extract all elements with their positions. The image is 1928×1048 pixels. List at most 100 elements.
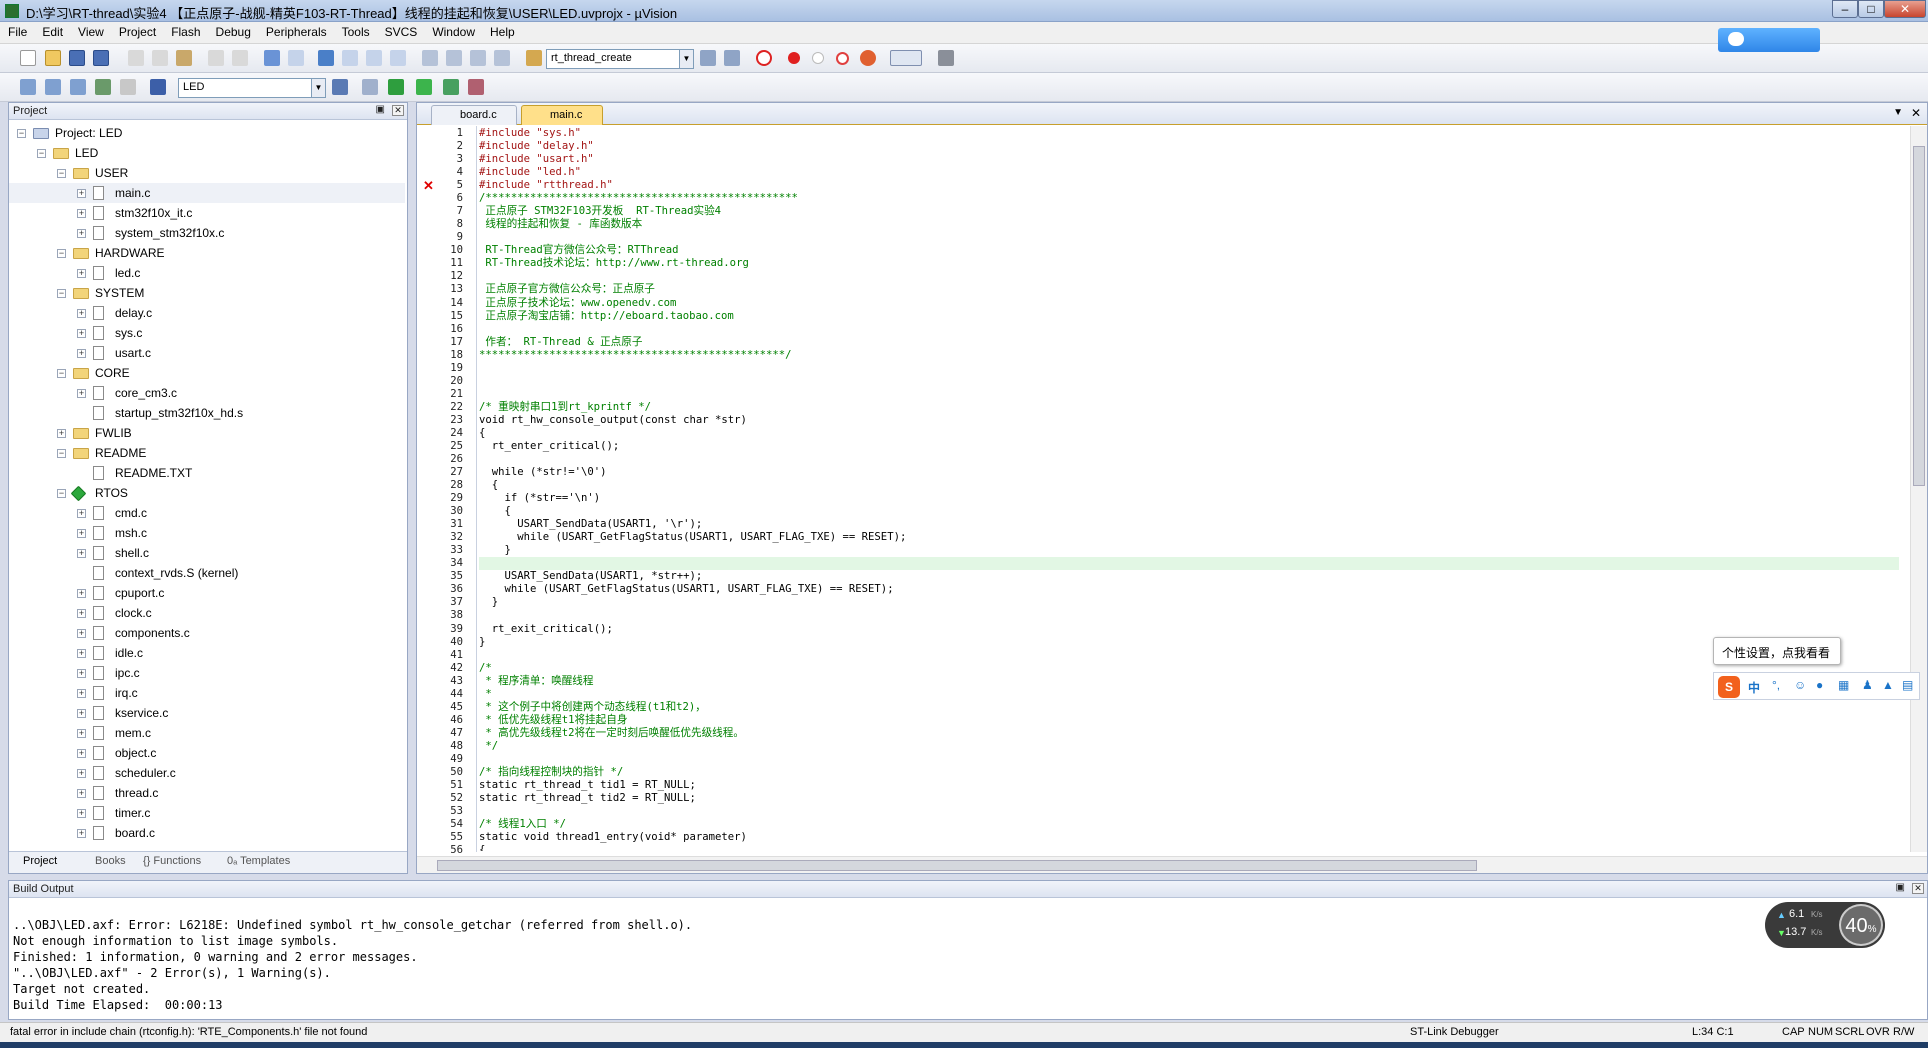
pin-icon[interactable]: ▣	[1896, 882, 1905, 893]
unindent-icon[interactable]	[446, 50, 462, 66]
batch-build-icon[interactable]	[95, 79, 111, 95]
menu-flash[interactable]: Flash	[163, 22, 207, 39]
expand-icon[interactable]: +	[77, 389, 86, 398]
tree-folder-item[interactable]: − USER	[9, 163, 405, 183]
expand-icon[interactable]: +	[77, 789, 86, 798]
disable-all-breakpoints-icon[interactable]	[836, 52, 849, 65]
collapse-icon[interactable]: −	[57, 169, 66, 178]
collapse-icon[interactable]: −	[57, 449, 66, 458]
tree-folder-item[interactable]: − RTOS	[9, 483, 405, 503]
expand-icon[interactable]: +	[77, 549, 86, 558]
expand-icon[interactable]: +	[77, 189, 86, 198]
tree-file-item[interactable]: startup_stm32f10x_hd.s	[9, 403, 405, 423]
build-icon[interactable]	[45, 79, 61, 95]
open-file-icon[interactable]	[45, 50, 61, 66]
bookmark-next-icon[interactable]	[366, 50, 382, 66]
tab-list-dropdown-icon[interactable]: ▼	[1893, 107, 1903, 118]
select-packs-icon[interactable]	[416, 79, 432, 95]
tree-file-item[interactable]: + clock.c	[9, 603, 405, 623]
tree-file-item[interactable]: + delay.c	[9, 303, 405, 323]
cloud-sync-button[interactable]	[1718, 28, 1820, 52]
file-extensions-icon[interactable]	[362, 79, 378, 95]
indent-icon[interactable]	[422, 50, 438, 66]
menu-grid-icon[interactable]: ▤	[1902, 678, 1913, 692]
collapse-icon[interactable]: −	[37, 149, 46, 158]
tree-file-item[interactable]: + irq.c	[9, 683, 405, 703]
tree-file-item[interactable]: + stm32f10x_it.c	[9, 203, 405, 223]
undo-icon[interactable]	[208, 50, 224, 66]
expand-icon[interactable]: +	[77, 649, 86, 658]
menu-svcs[interactable]: SVCS	[377, 22, 425, 39]
collapse-icon[interactable]: −	[57, 289, 66, 298]
expand-icon[interactable]: +	[77, 349, 86, 358]
horizontal-scrollbar[interactable]	[417, 856, 1927, 873]
misc-tool-icon[interactable]	[468, 79, 484, 95]
tree-folder-item[interactable]: − HARDWARE	[9, 243, 405, 263]
menu-debug[interactable]: Debug	[208, 22, 258, 39]
download-icon[interactable]	[150, 79, 166, 95]
tree-file-item[interactable]: + usart.c	[9, 343, 405, 363]
disable-breakpoint-icon[interactable]	[812, 52, 824, 64]
collapse-icon[interactable]: −	[57, 489, 66, 498]
menu-file[interactable]: File	[0, 22, 34, 39]
tree-file-item[interactable]: + object.c	[9, 743, 405, 763]
emoji-icon[interactable]: ☺	[1794, 678, 1806, 692]
tree-file-item[interactable]: + ipc.c	[9, 663, 405, 683]
tree-file-item[interactable]: + cpuport.c	[9, 583, 405, 603]
tree-file-item[interactable]: + kservice.c	[9, 703, 405, 723]
pin-icon[interactable]: ▣	[376, 104, 385, 115]
punctuation-icon[interactable]: °,	[1772, 678, 1780, 692]
expand-icon[interactable]: +	[77, 809, 86, 818]
menu-peripherals[interactable]: Peripherals	[258, 22, 334, 39]
tab-project[interactable]: Project	[23, 855, 57, 867]
tree-file-item[interactable]: + shell.c	[9, 543, 405, 563]
close-icon[interactable]: ✕	[392, 105, 404, 116]
collapse-icon[interactable]: −	[57, 369, 66, 378]
tree-file-item[interactable]: + mem.c	[9, 723, 405, 743]
expand-icon[interactable]: +	[77, 609, 86, 618]
tab-main-c[interactable]: main.c	[521, 105, 603, 125]
paste-icon[interactable]	[176, 50, 192, 66]
tree-file-item[interactable]: + timer.c	[9, 803, 405, 823]
new-file-icon[interactable]	[20, 50, 36, 66]
rebuild-icon[interactable]	[70, 79, 86, 95]
code-area[interactable]: #include "sys.h" #include "delay.h" #inclu…	[479, 127, 1899, 851]
comment-icon[interactable]	[470, 50, 486, 66]
expand-icon[interactable]: +	[77, 229, 86, 238]
tree-file-item[interactable]: + cmd.c	[9, 503, 405, 523]
tree-file-item[interactable]: + thread.c	[9, 783, 405, 803]
menu-edit[interactable]: Edit	[34, 22, 70, 39]
save-icon[interactable]	[69, 50, 85, 66]
tree-file-item[interactable]: + scheduler.c	[9, 763, 405, 783]
tree-file-item[interactable]: + led.c	[9, 263, 405, 283]
translate-icon[interactable]	[20, 79, 36, 95]
sogou-logo-icon[interactable]: S	[1718, 676, 1740, 698]
close-window-button[interactable]: ✕	[1884, 0, 1926, 18]
tree-file-item[interactable]: README.TXT	[9, 463, 405, 483]
breakpoint-icon[interactable]	[788, 52, 800, 64]
expand-icon[interactable]: +	[77, 669, 86, 678]
close-icon[interactable]: ✕	[1912, 883, 1924, 894]
manage-run-time-environment-icon[interactable]	[388, 79, 404, 95]
tree-folder-item[interactable]: − Project: LED	[9, 123, 405, 143]
expand-icon[interactable]: +	[77, 829, 86, 838]
expand-icon[interactable]: +	[77, 769, 86, 778]
pack-installer-icon[interactable]	[443, 79, 459, 95]
expand-icon[interactable]: +	[77, 709, 86, 718]
ime-mode-toggle[interactable]: 中	[1748, 679, 1760, 696]
window-layout-icon[interactable]	[890, 50, 922, 66]
tree-file-item[interactable]: + msh.c	[9, 523, 405, 543]
tree-folder-item[interactable]: − SYSTEM	[9, 283, 405, 303]
tree-file-item[interactable]: + sys.c	[9, 323, 405, 343]
stop-build-icon[interactable]	[120, 79, 136, 95]
bookmark-icon[interactable]	[318, 50, 334, 66]
tree-folder-item[interactable]: − LED	[9, 143, 405, 163]
save-all-icon[interactable]	[93, 50, 109, 66]
maximize-button[interactable]: □	[1858, 0, 1884, 18]
tree-file-item[interactable]: context_rvds.S (kernel)	[9, 563, 405, 583]
target-combo[interactable]: LED ▼	[178, 78, 326, 98]
tab-board-c[interactable]: board.c	[431, 105, 517, 125]
expand-icon[interactable]: +	[57, 429, 66, 438]
tree-file-item[interactable]: + idle.c	[9, 643, 405, 663]
redo-icon[interactable]	[232, 50, 248, 66]
